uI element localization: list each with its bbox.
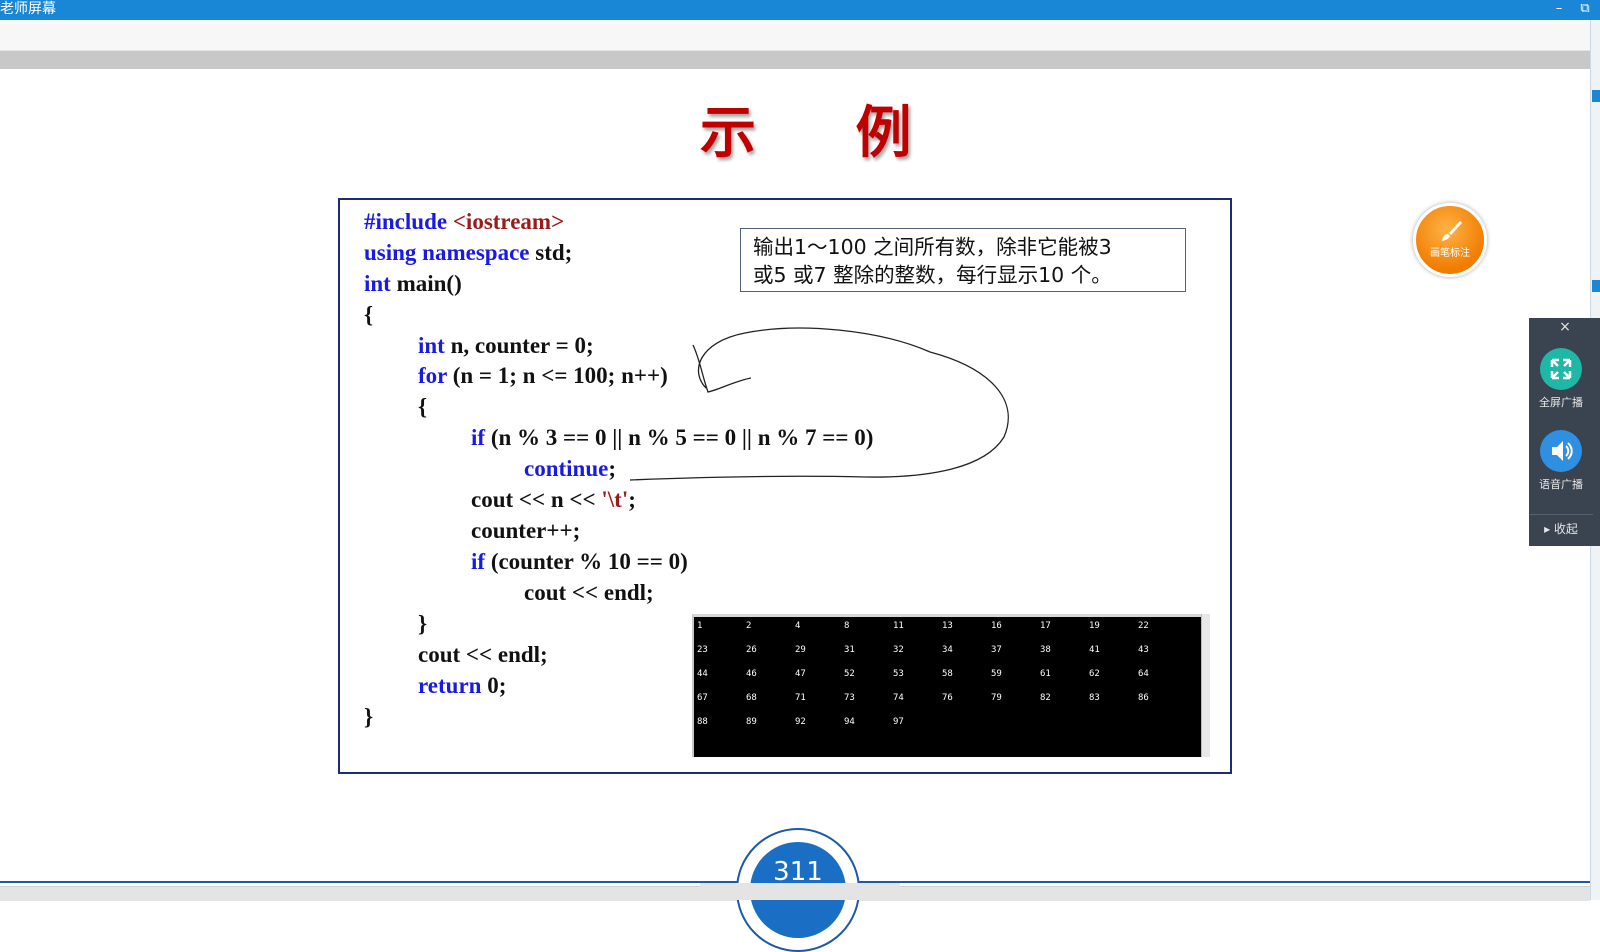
console-value: 82	[1040, 693, 1051, 703]
code-line: cout << endl;	[524, 580, 654, 605]
console-value: 38	[1040, 645, 1051, 655]
broadcast-panel: × 全屏广播 语音广播 ▸ 收起	[1529, 318, 1600, 546]
window-title: 老师屏幕	[0, 1, 56, 17]
code-line: if (counter % 10 == 0)	[471, 549, 688, 574]
console-scrollbar[interactable]	[1201, 614, 1210, 757]
slide-top-band	[0, 51, 1600, 69]
console-value: 86	[1138, 693, 1149, 703]
console-value: 26	[746, 645, 757, 655]
code-example-box: #include <iostream> using namespace std;…	[338, 198, 1232, 774]
console-value: 47	[795, 669, 806, 679]
voice-broadcast-button[interactable]: 语音广播	[1529, 430, 1593, 492]
console-value: 1	[697, 621, 703, 631]
console-value: 59	[991, 669, 1002, 679]
console-value: 2	[746, 621, 752, 631]
console-value: 94	[844, 717, 855, 727]
task-description: 输出1～100 之间所有数，除非它能被3 或5 或7 整除的整数，每行显示10 …	[740, 228, 1186, 292]
code-line: cout << endl;	[418, 642, 548, 667]
pen-annotate-button[interactable]: 画笔标注	[1413, 203, 1487, 277]
console-value: 37	[991, 645, 1002, 655]
console-value: 71	[795, 693, 806, 703]
fullscreen-broadcast-label: 全屏广播	[1539, 396, 1583, 409]
code-line: cout << n << '\t';	[471, 487, 636, 512]
console-value: 23	[697, 645, 708, 655]
console-value: 53	[893, 669, 904, 679]
expand-icon	[1540, 348, 1582, 390]
code-line: using namespace std;	[364, 240, 573, 265]
console-value: 89	[746, 717, 757, 727]
minimize-button[interactable]: –	[1548, 0, 1570, 20]
task-description-line: 输出1～100 之间所有数，除非它能被3	[753, 235, 1112, 259]
code-line: #include <iostream>	[364, 209, 565, 234]
speaker-icon	[1540, 430, 1582, 472]
console-value: 16	[991, 621, 1002, 631]
console-value: 29	[795, 645, 806, 655]
console-value: 58	[942, 669, 953, 679]
console-value: 19	[1089, 621, 1100, 631]
code-line: if (n % 3 == 0 || n % 5 == 0 || n % 7 ==…	[471, 425, 874, 450]
console-value: 68	[746, 693, 757, 703]
console-value: 22	[1138, 621, 1149, 631]
console-value: 62	[1089, 669, 1100, 679]
pen-annotate-label: 画笔标注	[1430, 248, 1470, 259]
console-value: 4	[795, 621, 801, 631]
console-value: 79	[991, 693, 1002, 703]
console-value: 44	[697, 669, 708, 679]
console-value: 11	[893, 621, 904, 631]
brush-icon	[1442, 221, 1462, 241]
scroll-marker	[1592, 90, 1600, 102]
toolbar-area	[0, 20, 1600, 51]
bottom-strip-mask	[700, 883, 900, 900]
console-value: 74	[893, 693, 904, 703]
console-value: 8	[844, 621, 850, 631]
code-line: for (n = 1; n <= 100; n++)	[418, 363, 668, 388]
console-value: 73	[844, 693, 855, 703]
console-value: 76	[942, 693, 953, 703]
console-value: 41	[1089, 645, 1100, 655]
code-line: int main()	[364, 271, 462, 296]
panel-close-icon[interactable]: ×	[1555, 318, 1575, 336]
restore-button[interactable]: ⧉	[1574, 0, 1596, 20]
console-value: 61	[1040, 669, 1051, 679]
console-output: 1 2 4 8 11 13 16 17 19 22 23 26 29 31 32 34 37 38 41 43 44 46…	[692, 614, 1210, 757]
code-line: {	[364, 302, 374, 327]
task-description-line: 或5 或7 整除的整数，每行显示10 个。	[753, 263, 1112, 287]
console-value: 52	[844, 669, 855, 679]
console-value: 46	[746, 669, 757, 679]
console-value: 67	[697, 693, 708, 703]
code-line: }	[418, 611, 428, 636]
code-line: counter++;	[471, 518, 581, 543]
slide-title: 示 例	[700, 100, 952, 166]
console-value: 32	[893, 645, 904, 655]
console-value: 88	[697, 717, 708, 727]
console-value: 17	[1040, 621, 1051, 631]
scroll-marker	[1592, 280, 1600, 292]
window-titlebar: 老师屏幕 – ⧉	[0, 0, 1600, 20]
console-value: 83	[1089, 693, 1100, 703]
code-line: {	[418, 394, 428, 419]
console-value: 31	[844, 645, 855, 655]
console-value: 43	[1138, 645, 1149, 655]
fullscreen-broadcast-button[interactable]: 全屏广播	[1529, 348, 1593, 410]
code-line: }	[364, 704, 374, 729]
console-value: 64	[1138, 669, 1149, 679]
console-value: 92	[795, 717, 806, 727]
panel-collapse-button[interactable]: ▸ 收起	[1529, 514, 1593, 543]
code-line: int n, counter = 0;	[418, 333, 594, 358]
console-value: 97	[893, 717, 904, 727]
console-value: 13	[942, 621, 953, 631]
console-value: 34	[942, 645, 953, 655]
code-line: continue;	[524, 456, 617, 481]
voice-broadcast-label: 语音广播	[1539, 478, 1583, 491]
code-line: return 0;	[418, 673, 507, 698]
